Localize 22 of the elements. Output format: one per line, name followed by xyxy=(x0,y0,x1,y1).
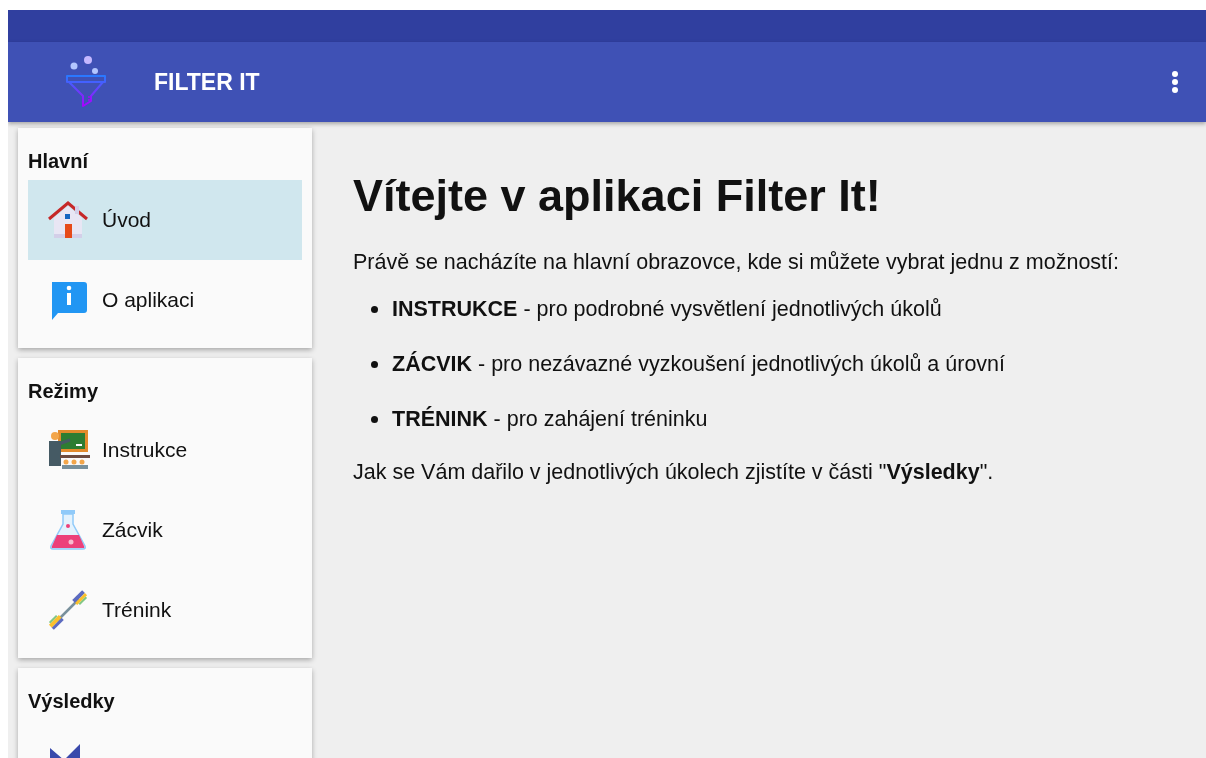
intro-paragraph: Právě se nacházíte na hlavní obrazovce, kde si můžete vybrat jednu z možností: xyxy=(353,249,1121,276)
list-item-text: INSTRUKCE - pro podrobné vysvětlení jednotlivých úkolů xyxy=(392,296,942,323)
list-item-text: TRÉNINK - pro zahájení tréninku xyxy=(392,405,708,433)
teacher-icon xyxy=(46,428,90,472)
sidebar-item[interactable]: O aplikaci xyxy=(28,260,302,340)
sidebar-item[interactable]: Úvod xyxy=(28,180,302,260)
bullet-dot xyxy=(371,416,378,423)
section-title: Režimy xyxy=(28,379,100,404)
sidebar-item[interactable]: Trénink xyxy=(28,570,302,650)
list-item-text: ZÁCVIK - pro nezávazné vyzkoušení jednotlivých úkolů a úrovní xyxy=(392,350,1006,378)
sidebar-item[interactable]: Instrukce xyxy=(28,410,302,490)
page-heading: Vítejte v aplikaci Filter It! xyxy=(353,170,882,222)
funnel-logo-icon xyxy=(64,56,108,108)
bullet-dot xyxy=(371,361,378,368)
bullet-dot xyxy=(371,306,378,313)
dumbbell-icon xyxy=(46,588,90,632)
app-title: FILTER IT xyxy=(154,68,261,96)
more-menu-icon[interactable] xyxy=(1170,71,1180,93)
closing-paragraph: Jak se Vám dařilo v jednotlivých úkolech zjistíte v části "Výsledky". xyxy=(353,459,995,486)
section-title: Hlavní xyxy=(28,149,90,174)
sidebar-item[interactable]: Zácvik xyxy=(28,490,302,570)
section-title: Výsledky xyxy=(28,689,116,714)
